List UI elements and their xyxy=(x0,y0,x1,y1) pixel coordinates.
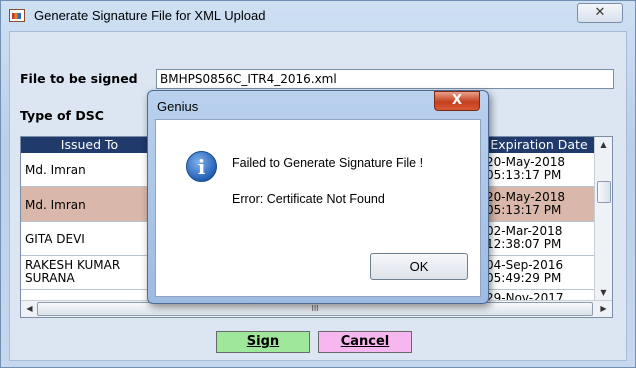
info-icon: i xyxy=(186,151,217,182)
sign-button[interactable]: Sign xyxy=(216,331,310,353)
column-header-issued-to[interactable]: Issued To xyxy=(21,137,158,153)
issued-to-cell-line2: SURANA xyxy=(25,271,75,285)
window-close-button[interactable]: ✕ xyxy=(577,3,623,23)
dialog-message: Failed to Generate Signature File ! xyxy=(232,156,424,170)
ok-button[interactable]: OK xyxy=(370,253,468,280)
vertical-scroll-thumb[interactable] xyxy=(597,181,611,203)
scroll-right-icon[interactable]: ▶ xyxy=(595,301,612,317)
window-title: Generate Signature File for XML Upload xyxy=(34,8,266,23)
issued-to-cell: Md. Imran xyxy=(25,198,86,212)
dsc-type-label: Type of DSC xyxy=(20,108,104,123)
scroll-left-icon[interactable]: ◀ xyxy=(21,301,38,317)
title-bar: Generate Signature File for XML Upload ✕ xyxy=(1,1,635,31)
scroll-grip-icon: III xyxy=(311,304,319,313)
file-label: File to be signed xyxy=(20,71,138,86)
scroll-down-icon[interactable]: ▼ xyxy=(595,285,612,301)
horizontal-scroll-thumb[interactable]: III xyxy=(37,302,593,316)
ok-button-label: OK xyxy=(409,259,429,274)
app-icon xyxy=(9,9,25,22)
vertical-scrollbar[interactable]: ▲ ▼ xyxy=(594,137,612,301)
dialog-body: i Failed to Generate Signature File ! Er… xyxy=(155,119,481,297)
expiration-time-cell: 12:38:07 PM xyxy=(486,237,562,251)
dialog-title: Genius xyxy=(157,99,199,114)
close-icon: X xyxy=(451,93,463,108)
scroll-up-icon[interactable]: ▲ xyxy=(595,137,612,153)
column-header-expiration-date[interactable]: Expiration Date xyxy=(482,137,596,153)
cancel-button-label: Cancel xyxy=(340,334,390,349)
file-to-sign-input[interactable] xyxy=(156,69,614,89)
expiration-time-cell: 05:13:17 PM xyxy=(486,203,562,217)
expiration-time-cell: 05:49:29 PM xyxy=(486,271,562,285)
expiration-time-cell: 05:13:17 PM xyxy=(486,168,562,182)
cancel-button[interactable]: Cancel xyxy=(318,331,412,353)
dialog-close-button[interactable]: X xyxy=(434,91,480,111)
issued-to-cell: GITA DEVI xyxy=(25,232,85,246)
dialog-error-detail: Error: Certificate Not Found xyxy=(232,192,385,206)
close-icon: ✕ xyxy=(594,5,606,20)
issued-to-cell: Md. Imran xyxy=(25,163,86,177)
sign-button-label: Sign xyxy=(246,334,280,349)
error-dialog: Genius X i Failed to Generate Signature … xyxy=(147,90,489,304)
